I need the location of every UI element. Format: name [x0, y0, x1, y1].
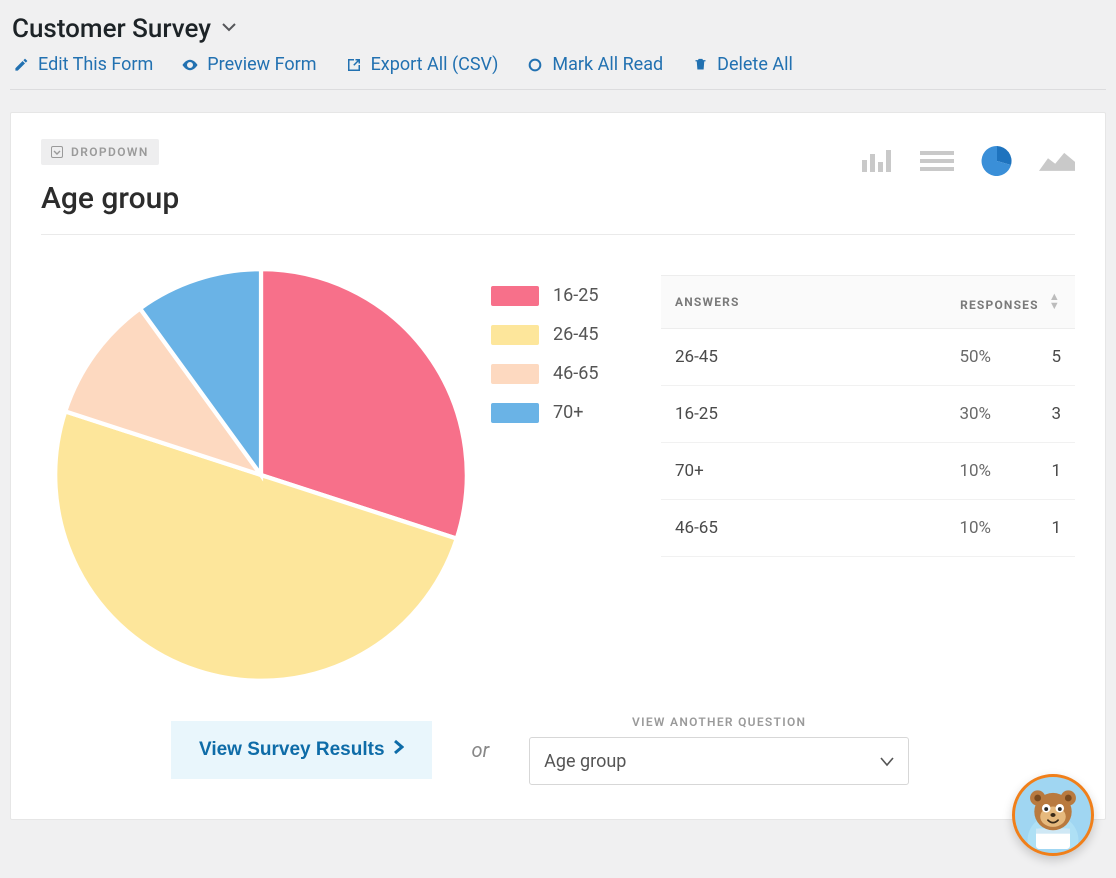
table-row: 46-6510%1 — [661, 500, 1075, 557]
dropdown-badge-icon — [51, 146, 63, 158]
pie-chart — [41, 265, 481, 685]
legend-swatch — [491, 364, 539, 384]
legend-item: 16-25 — [491, 285, 651, 306]
percent-cell: 10% — [870, 443, 1005, 500]
export-csv-link[interactable]: Export All (CSV) — [345, 54, 499, 75]
toolbar: Edit This Form Preview Form Export All (… — [10, 54, 1106, 90]
results-panel: DROPDOWN Age group — [10, 112, 1106, 820]
sort-icon: ▲▼ — [1049, 292, 1061, 310]
count-cell: 5 — [1005, 329, 1075, 386]
count-cell: 1 — [1005, 500, 1075, 557]
page-title-row[interactable]: Customer Survey — [10, 8, 1106, 54]
field-type-badge: DROPDOWN — [41, 139, 159, 165]
legend-item: 70+ — [491, 402, 651, 423]
count-cell: 3 — [1005, 386, 1075, 443]
or-text: or — [472, 738, 490, 762]
trash-icon — [691, 56, 709, 74]
responses-table: ANSWERS RESPONSES ▲▼ 26-4550%516-2530%37… — [661, 275, 1075, 557]
mark-read-label: Mark All Read — [552, 54, 663, 75]
view-results-label: View Survey Results — [199, 739, 385, 761]
question-select-value: Age group — [544, 751, 626, 772]
eye-icon — [181, 56, 199, 74]
circle-icon — [526, 56, 544, 74]
legend-swatch — [491, 325, 539, 345]
divider — [41, 234, 1075, 235]
another-question-label: VIEW ANOTHER QUESTION — [529, 715, 909, 729]
answer-cell: 16-25 — [661, 386, 870, 443]
panel-footer: View Survey Results or VIEW ANOTHER QUES… — [41, 715, 1075, 785]
pie-chart-icon[interactable] — [979, 147, 1015, 175]
caret-down-icon — [880, 751, 894, 772]
delete-all-label: Delete All — [717, 54, 793, 75]
mark-read-link[interactable]: Mark All Read — [526, 54, 663, 75]
legend-swatch — [491, 403, 539, 423]
legend-label: 70+ — [553, 402, 583, 423]
question-select[interactable]: Age group — [529, 737, 909, 785]
edit-form-label: Edit This Form — [38, 54, 153, 75]
percent-cell: 30% — [870, 386, 1005, 443]
table-row: 26-4550%5 — [661, 329, 1075, 386]
responses-header[interactable]: RESPONSES ▲▼ — [870, 276, 1075, 329]
page-title: Customer Survey — [12, 14, 211, 44]
area-chart-icon[interactable] — [1039, 147, 1075, 175]
bear-mascot-icon — [1019, 781, 1087, 849]
export-icon — [345, 56, 363, 74]
question-title: Age group — [41, 181, 179, 216]
percent-cell: 50% — [870, 329, 1005, 386]
another-question: VIEW ANOTHER QUESTION Age group — [529, 715, 909, 785]
delete-all-link[interactable]: Delete All — [691, 54, 793, 75]
legend: 16-25 26-45 46-65 70+ — [491, 265, 651, 441]
export-csv-label: Export All (CSV) — [371, 54, 499, 75]
field-type-label: DROPDOWN — [71, 145, 149, 159]
chevron-right-icon — [393, 739, 404, 761]
preview-form-label: Preview Form — [207, 54, 316, 75]
edit-form-link[interactable]: Edit This Form — [12, 54, 153, 75]
answer-cell: 26-45 — [661, 329, 870, 386]
answer-cell: 70+ — [661, 443, 870, 500]
responses-header-label: RESPONSES — [960, 298, 1039, 312]
chevron-down-icon — [221, 19, 237, 39]
legend-label: 26-45 — [553, 324, 598, 345]
pencil-icon — [12, 56, 30, 74]
bar-chart-icon[interactable] — [859, 147, 895, 175]
preview-form-link[interactable]: Preview Form — [181, 54, 316, 75]
legend-label: 46-65 — [553, 363, 598, 384]
help-avatar[interactable] — [1012, 774, 1094, 856]
legend-item: 46-65 — [491, 363, 651, 384]
percent-cell: 10% — [870, 500, 1005, 557]
table-row: 70+10%1 — [661, 443, 1075, 500]
legend-item: 26-45 — [491, 324, 651, 345]
view-mode-switcher — [859, 139, 1075, 175]
count-cell: 1 — [1005, 443, 1075, 500]
legend-swatch — [491, 286, 539, 306]
answers-header[interactable]: ANSWERS — [661, 276, 870, 329]
legend-label: 16-25 — [553, 285, 598, 306]
table-row: 16-2530%3 — [661, 386, 1075, 443]
view-survey-results-button[interactable]: View Survey Results — [171, 721, 432, 779]
responses-table-wrap: ANSWERS RESPONSES ▲▼ 26-4550%516-2530%37… — [661, 265, 1075, 557]
answer-cell: 46-65 — [661, 500, 870, 557]
list-icon[interactable] — [919, 147, 955, 175]
